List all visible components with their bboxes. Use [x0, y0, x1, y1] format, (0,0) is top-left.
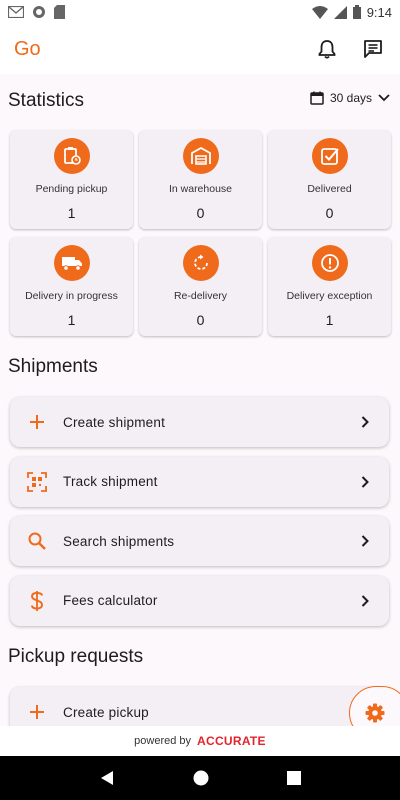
home-icon[interactable] — [193, 770, 209, 786]
alert-icon — [311, 245, 348, 281]
chevron-right-icon — [357, 474, 373, 490]
brand-logo: ACCURATE — [197, 734, 266, 748]
stat-card-pending-pickup[interactable]: Pending pickup 1 — [10, 130, 133, 229]
search-icon — [26, 530, 48, 552]
gear-icon — [365, 703, 385, 723]
calendar-icon — [310, 91, 324, 105]
action-label: Create pickup — [63, 704, 149, 720]
warehouse-icon — [182, 138, 219, 174]
system-nav-bar — [0, 756, 400, 800]
sd-card-icon — [54, 5, 65, 19]
redo-icon — [182, 245, 219, 281]
statistics-grid: Pending pickup 1 In warehouse 0 Delivere… — [10, 130, 391, 336]
gmail-icon — [8, 6, 24, 18]
check-box-icon — [311, 138, 348, 174]
stat-value: 0 — [325, 205, 334, 221]
shipments-title: Shipments — [8, 356, 98, 377]
chat-icon — [364, 40, 382, 58]
action-label: Search shipments — [63, 533, 175, 549]
action-label: Create shipment — [63, 414, 166, 430]
messages-button[interactable] — [360, 36, 386, 62]
stat-card-delivery-in-progress[interactable]: Delivery in progress 1 — [10, 237, 133, 336]
clipboard-clock-icon — [53, 138, 90, 174]
chevron-down-icon — [378, 94, 390, 102]
period-selector[interactable]: 30 days — [310, 91, 390, 105]
create-shipment-button[interactable]: Create shipment — [10, 397, 389, 447]
stat-value: 0 — [196, 205, 205, 221]
stat-card-in-warehouse[interactable]: In warehouse 0 — [139, 130, 262, 229]
stat-label: Delivered — [307, 183, 352, 195]
app-bar: Go — [0, 24, 400, 74]
footer: powered by ACCURATE — [0, 726, 400, 756]
shipments-list: Create shipment Track shipment Search sh… — [10, 397, 389, 635]
stat-value: 0 — [196, 312, 205, 328]
status-time: 9:14 — [366, 4, 392, 20]
chevron-right-icon — [357, 533, 373, 549]
fees-calculator-button[interactable]: Fees calculator — [10, 575, 389, 626]
truck-icon — [53, 245, 90, 281]
recents-icon[interactable] — [287, 771, 301, 785]
chevron-right-icon — [357, 414, 373, 430]
action-label: Track shipment — [63, 474, 158, 489]
stat-card-re-delivery[interactable]: Re-delivery 0 — [139, 237, 262, 336]
bell-icon — [318, 40, 336, 59]
qr-scan-icon — [26, 471, 48, 493]
sync-icon — [33, 6, 45, 18]
stat-value: 1 — [67, 205, 76, 221]
battery-icon — [352, 5, 361, 19]
track-shipment-button[interactable]: Track shipment — [10, 456, 389, 507]
powered-by-label: powered by — [134, 735, 192, 747]
stat-card-delivery-exception[interactable]: Delivery exception 1 — [268, 237, 391, 336]
stat-value: 1 — [67, 312, 76, 328]
plus-icon — [26, 701, 48, 723]
stat-card-delivered[interactable]: Delivered 0 — [268, 130, 391, 229]
chevron-right-icon — [357, 593, 373, 609]
wifi-icon — [311, 5, 328, 19]
stat-value: 1 — [325, 312, 334, 328]
stat-label: Re-delivery — [173, 290, 228, 302]
period-label: 30 days — [329, 91, 372, 105]
stat-label: Delivery in progress — [25, 290, 118, 302]
notifications-button[interactable] — [314, 36, 340, 62]
dollar-icon — [26, 590, 48, 612]
statistics-title: Statistics — [8, 90, 85, 111]
stat-label: Delivery exception — [286, 290, 373, 302]
action-label: Fees calculator — [63, 593, 158, 608]
back-icon[interactable] — [99, 770, 115, 786]
status-bar: 9:14 — [0, 0, 400, 24]
signal-icon — [333, 5, 347, 19]
stat-label: In warehouse — [168, 183, 233, 195]
plus-icon — [26, 411, 48, 433]
search-shipments-button[interactable]: Search shipments — [10, 516, 389, 566]
pickup-requests-title: Pickup requests — [8, 646, 144, 667]
app-title: Go — [14, 37, 41, 60]
stat-label: Pending pickup — [35, 183, 108, 195]
